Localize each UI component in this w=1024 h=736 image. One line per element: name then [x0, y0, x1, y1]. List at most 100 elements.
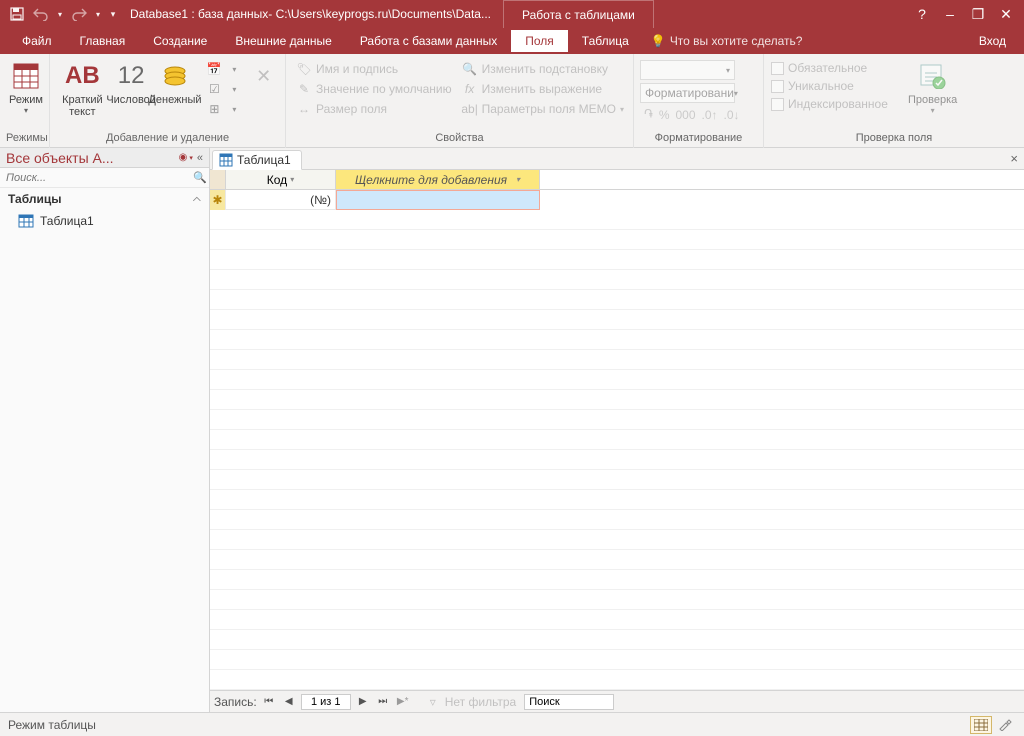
view-mode-label: Режим [9, 94, 43, 106]
nav-object-table1[interactable]: Таблица1 [0, 210, 209, 232]
thousand-sep-icon[interactable]: 000 [676, 108, 696, 122]
save-icon[interactable] [8, 5, 26, 23]
column-header-id[interactable]: Код ▾ [226, 170, 336, 189]
field-size-button[interactable]: ↔Размер поля [292, 100, 456, 118]
chevron-down-icon: ▾ [620, 101, 624, 117]
nav-search: 🔍 [0, 168, 209, 188]
group-modes-label: Режимы [6, 130, 43, 148]
recnav-last-icon[interactable]: ⏭ [375, 694, 391, 710]
cell-id-new[interactable]: (№) [226, 190, 336, 210]
grid-header-row: Код ▾ Щелкните для добавления ▾ [210, 170, 1024, 190]
decrease-decimals-icon[interactable]: .0↓ [724, 108, 740, 122]
fx-icon: fx [462, 81, 478, 97]
tab-create[interactable]: Создание [139, 30, 221, 52]
search-icon[interactable]: 🔍 [191, 171, 209, 184]
column-header-add[interactable]: Щелкните для добавления ▾ [336, 170, 540, 189]
tell-me-search[interactable]: 💡 Что вы хотите сделать? [651, 34, 803, 48]
validation-label: Проверка [908, 94, 957, 106]
window-controls: ? – ❐ ✕ [914, 6, 1018, 23]
recnav-nofilter[interactable]: ▿Нет фильтра [421, 693, 521, 711]
percent-format-icon[interactable]: % [659, 108, 670, 122]
short-text-button[interactable]: AВ Краткий текст [56, 58, 109, 120]
doc-tab-label: Таблица1 [237, 153, 291, 167]
memo-settings-button[interactable]: ab|Параметры поля MEMO▾ [458, 100, 628, 118]
nav-filter-icon[interactable]: ◉▾ [179, 152, 193, 163]
recnav-search[interactable] [524, 694, 614, 710]
qat-customize-icon[interactable]: ▾ [108, 5, 118, 23]
nav-search-input[interactable] [0, 170, 191, 186]
document-tabs: Таблица1 × [210, 148, 1024, 170]
more-fields-button[interactable]: ⊞▾ [202, 100, 246, 118]
row-selector-new[interactable]: ✱ [210, 190, 226, 210]
datasheet-view-icon [10, 60, 42, 92]
currency-button[interactable]: Денежный [154, 58, 197, 108]
login-link[interactable]: Вход [965, 30, 1024, 52]
close-icon[interactable]: ✕ [998, 6, 1014, 23]
new-record-icon: ✱ [212, 193, 222, 207]
checkbox-icon: ☑ [206, 81, 222, 97]
view-mode-button[interactable]: Режим ▾ [6, 58, 46, 117]
validation-button[interactable]: Проверка ▾ [902, 58, 963, 117]
checkbox-icon [771, 80, 784, 93]
qat-redo-caret[interactable]: ▾ [94, 5, 102, 23]
number-type-icon: 12 [115, 60, 147, 92]
help-icon[interactable]: ? [914, 6, 930, 23]
recnav-next-icon[interactable]: ▶ [355, 694, 371, 710]
group-properties: 🏷Имя и подпись ✎Значение по умолчанию ↔Р… [286, 54, 634, 148]
cell-add-new[interactable] [336, 190, 540, 210]
datasheet-grid: Код ▾ Щелкните для добавления ▾ ✱ (№) [210, 170, 1024, 690]
group-properties-label: Свойства [292, 130, 627, 148]
increase-decimals-icon[interactable]: .0↑ [702, 108, 718, 122]
modify-lookup-button[interactable]: 🔍Изменить подстановку [458, 60, 628, 78]
tab-dbtools[interactable]: Работа с базами данных [346, 30, 511, 52]
chevron-down-icon[interactable]: ▾ [290, 175, 294, 184]
select-all-cell[interactable] [210, 170, 226, 189]
validate-checks: Обязательное Уникальное Индексированное [770, 58, 900, 112]
datasheet-view-icon[interactable] [970, 716, 992, 734]
design-view-icon[interactable] [994, 716, 1016, 734]
doc-tab-table1[interactable]: Таблица1 [212, 150, 302, 170]
tab-fields[interactable]: Поля [511, 30, 568, 52]
checkbox-icon [771, 98, 784, 111]
recnav-position[interactable] [301, 694, 351, 710]
tab-home[interactable]: Главная [66, 30, 140, 52]
chevron-up-icon: ⌵ [193, 194, 201, 205]
qat-undo-caret[interactable]: ▾ [56, 5, 64, 23]
title-bar: ▾ ▾ ▾ Database1 : база данных- C:\Users\… [0, 0, 1024, 28]
required-checkbox[interactable]: Обязательное [770, 60, 900, 76]
delete-field-button[interactable]: ✕ [248, 58, 279, 94]
number-button[interactable]: 12 Числовой [111, 58, 152, 108]
format-combo[interactable]: Форматировани▾ [640, 83, 735, 103]
recnav-first-icon[interactable]: ⏮ [261, 694, 277, 710]
recnav-prev-icon[interactable]: ◀ [281, 694, 297, 710]
redo-icon[interactable] [70, 5, 88, 23]
format-symbols-row: ֏ % 000 .0↑ .0↓ [640, 106, 744, 123]
name-caption-button[interactable]: 🏷Имя и подпись [292, 60, 456, 78]
default-icon: ✎ [296, 81, 312, 97]
chevron-down-icon: ▾ [726, 66, 730, 75]
format-col: ▾ Форматировани▾ ֏ % 000 .0↑ .0↓ [640, 58, 744, 123]
table-icon [219, 153, 233, 167]
modify-expression-button[interactable]: fxИзменить выражение [458, 80, 628, 98]
nav-group-tables[interactable]: Таблицы ⌵ [0, 188, 209, 210]
currency-format-icon[interactable]: ֏ [644, 107, 653, 122]
minimize-icon[interactable]: – [942, 6, 958, 23]
tab-external[interactable]: Внешние данные [221, 30, 346, 52]
chevron-down-icon[interactable]: ▾ [516, 175, 520, 184]
tab-table[interactable]: Таблица [568, 30, 643, 52]
datatype-combo[interactable]: ▾ [640, 60, 735, 80]
yesno-button[interactable]: ☑▾ [202, 80, 246, 98]
unique-checkbox[interactable]: Уникальное [770, 78, 900, 94]
nav-collapse-icon[interactable]: « [197, 152, 203, 164]
restore-icon[interactable]: ❐ [970, 6, 986, 23]
tab-file[interactable]: Файл [8, 30, 66, 52]
undo-icon[interactable] [32, 5, 50, 23]
datetime-button[interactable]: 📅▾ [202, 60, 246, 78]
checkbox-icon [771, 62, 784, 75]
nav-header[interactable]: Все объекты A... ◉▾ « [0, 148, 209, 168]
doc-close-icon[interactable]: × [1010, 151, 1018, 166]
group-add-delete: AВ Краткий текст 12 Числовой Денежный 📅▾… [50, 54, 286, 148]
indexed-checkbox[interactable]: Индексированное [770, 96, 900, 112]
recnav-new-icon[interactable]: ▶* [395, 694, 411, 710]
default-value-button[interactable]: ✎Значение по умолчанию [292, 80, 456, 98]
